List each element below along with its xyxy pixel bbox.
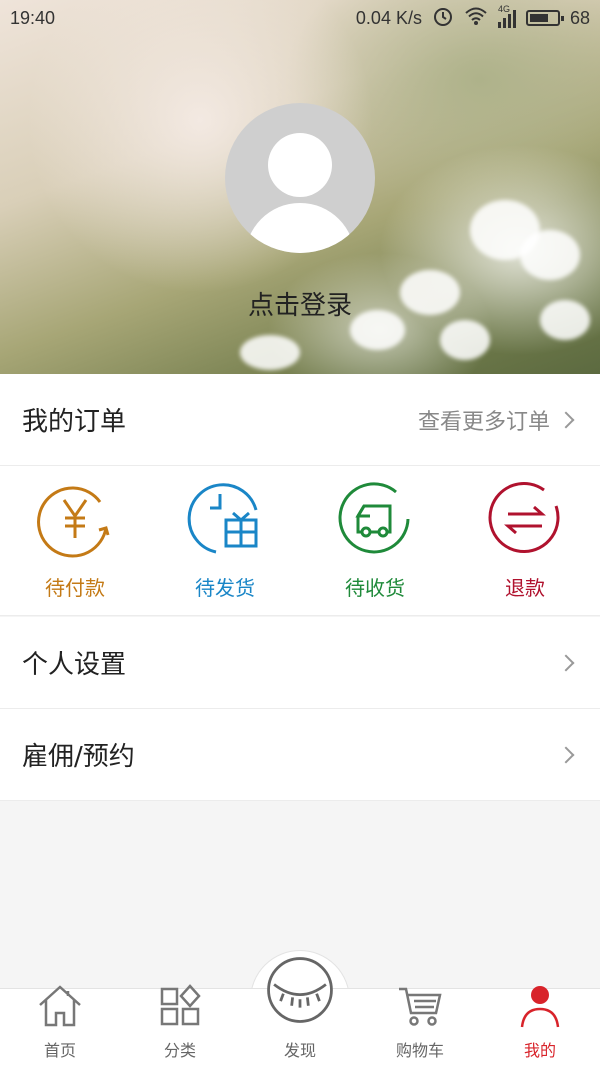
profile-header: 19:40 0.04 K/s 4G 68 点击登录 <box>0 0 600 374</box>
order-refund-label: 退款 <box>505 576 545 600</box>
tab-profile[interactable]: 我的 <box>480 986 600 1067</box>
profile-icon <box>516 983 564 1037</box>
settings-menu: 个人设置 雇佣/预约 <box>0 617 600 801</box>
discover-icon <box>263 953 337 1035</box>
orders-header[interactable]: 我的订单 查看更多订单 <box>0 374 600 466</box>
signal-icon: 4G <box>497 4 516 28</box>
personal-settings-label: 个人设置 <box>22 650 127 680</box>
chevron-right-icon <box>557 746 575 763</box>
status-bar: 19:40 0.04 K/s 4G 68 <box>0 0 600 36</box>
hire-booking-label: 雇佣/预约 <box>22 742 135 772</box>
order-pending-shipment-label: 待发货 <box>195 576 255 600</box>
cart-icon <box>396 983 444 1037</box>
tab-home-label: 首页 <box>43 1041 76 1060</box>
status-time: 19:40 <box>10 7 56 28</box>
wifi-icon <box>464 6 488 31</box>
order-pending-receipt-label: 待收货 <box>345 576 405 600</box>
chevron-right-icon <box>557 411 575 428</box>
background-flower <box>520 230 580 280</box>
pending-receipt-icon <box>336 480 414 562</box>
tab-category[interactable]: 分类 <box>120 984 240 1067</box>
tab-cart[interactable]: 购物车 <box>360 987 480 1067</box>
home-icon <box>36 983 84 1037</box>
order-pending-payment[interactable]: 待付款 <box>0 466 150 615</box>
login-link[interactable]: 点击登录 <box>0 285 600 322</box>
tab-discover[interactable]: 发现 <box>240 957 360 1067</box>
order-refund[interactable]: 退款 <box>450 466 600 615</box>
avatar[interactable] <box>225 103 375 253</box>
net-speed: 0.04 K/s <box>355 7 422 28</box>
orders-title: 我的订单 <box>22 407 127 437</box>
background-flower <box>240 335 300 370</box>
tab-discover-label: 发现 <box>283 1041 316 1060</box>
view-more-orders-link[interactable]: 查看更多订单 <box>418 404 550 436</box>
pending-shipment-icon <box>186 480 264 562</box>
hire-booking-item[interactable]: 雇佣/预约 <box>0 709 600 801</box>
alarm-icon <box>432 5 454 32</box>
battery-icon <box>525 10 564 26</box>
order-status-list: 待付款 待发货 待收货 退款 <box>0 466 600 616</box>
order-pending-receipt[interactable]: 待收货 <box>300 466 450 615</box>
order-pending-shipment[interactable]: 待发货 <box>150 466 300 615</box>
category-icon <box>156 983 204 1037</box>
tab-home[interactable]: 首页 <box>0 985 120 1067</box>
order-pending-payment-label: 待付款 <box>45 576 105 600</box>
bottom-tab-bar: 首页 分类 发现 购物车 我的 <box>0 957 600 1067</box>
tab-profile-label: 我的 <box>523 1041 556 1060</box>
tab-category-label: 分类 <box>163 1041 196 1060</box>
battery-level: 68 <box>569 7 590 28</box>
tab-cart-label: 购物车 <box>395 1041 444 1060</box>
network-type: 4G <box>497 4 510 14</box>
personal-settings-item[interactable]: 个人设置 <box>0 617 600 709</box>
orders-panel: 我的订单 查看更多订单 待付款 待发货 待收货 退款 <box>0 374 600 616</box>
chevron-right-icon <box>557 654 575 671</box>
pending-payment-icon <box>36 480 114 562</box>
background-flower <box>440 320 490 360</box>
refund-icon <box>486 480 564 562</box>
